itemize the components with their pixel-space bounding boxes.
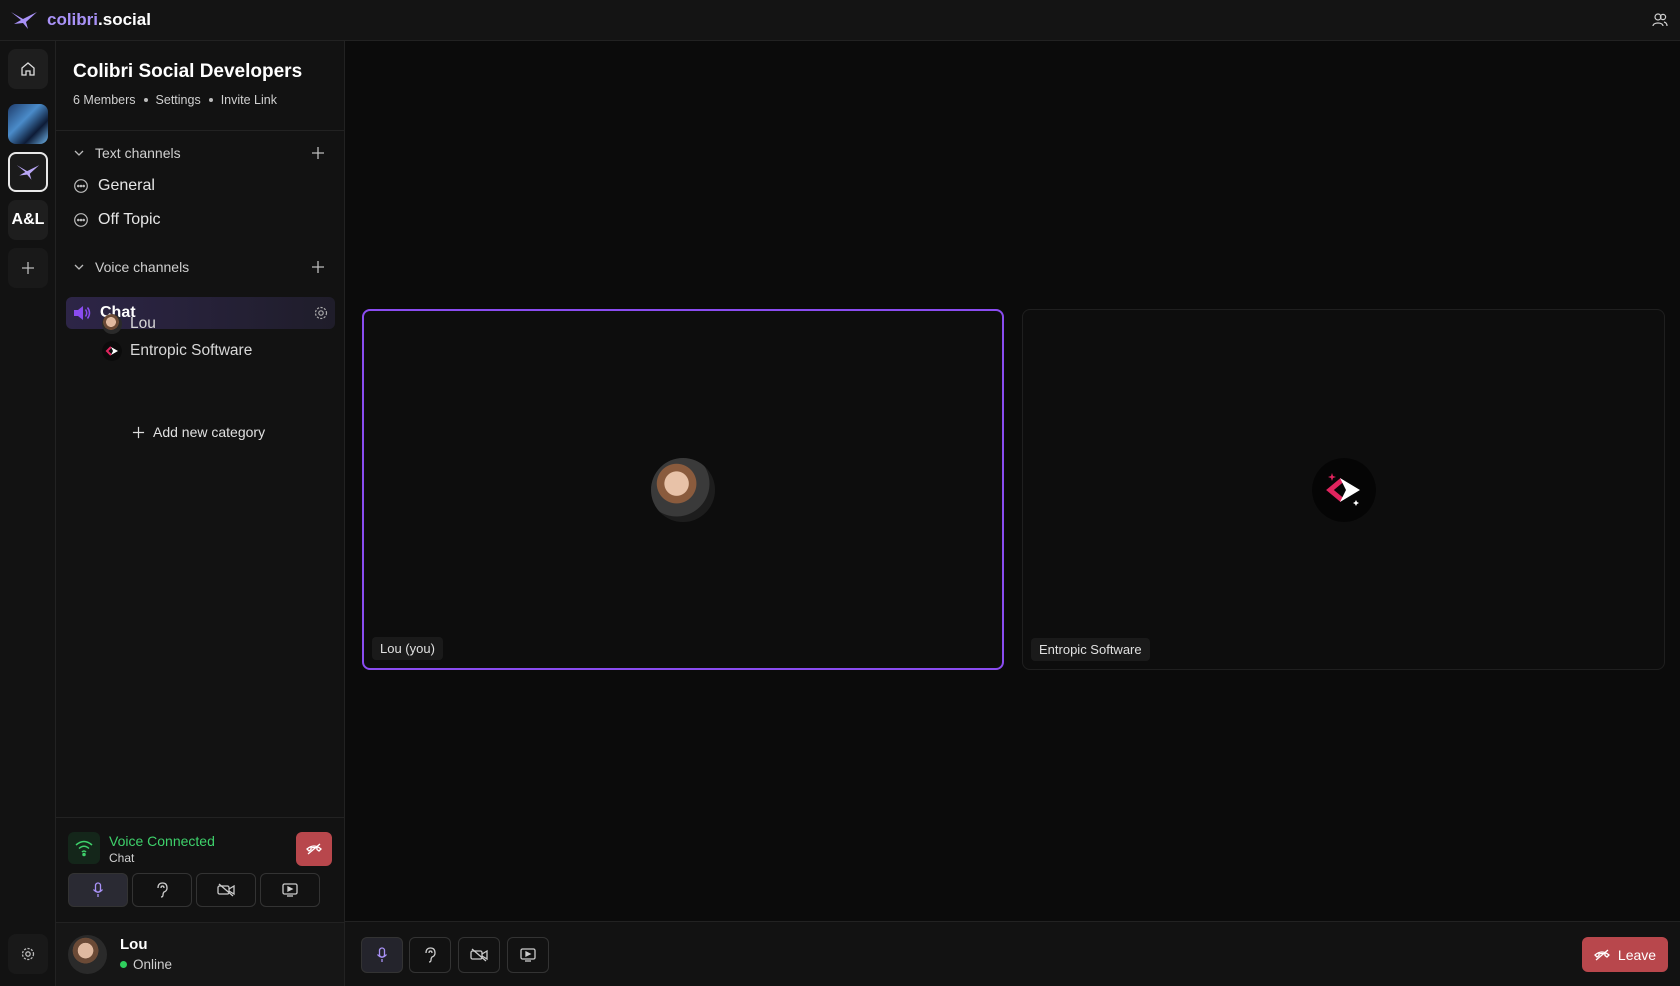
channel-off-topic[interactable]: Off Topic [73,211,161,229]
chevron-down-icon [74,150,84,156]
microphone-icon [376,947,388,962]
voice-member-lou[interactable]: Lou [102,314,156,334]
hang-up-icon [1593,949,1610,960]
signal-icon [68,832,100,864]
avatar [651,457,715,522]
status-label: Online [133,957,173,972]
screen-share-icon [282,883,298,897]
screen-share-button[interactable] [507,937,549,973]
voice-member-entropic[interactable]: Entropic Software [102,341,252,361]
hummingbird-logo-icon [11,12,37,29]
channel-general[interactable]: General [73,177,155,195]
voice-status-channel: Chat [109,851,135,865]
participant-tile-entropic[interactable]: Entropic Software [1022,309,1665,670]
hang-up-icon [306,843,322,855]
server-icon-1[interactable] [8,104,48,144]
server-settings-link[interactable]: Settings [156,93,201,107]
user-name: Lou [120,936,148,953]
microphone-icon [92,882,104,897]
deafen-button[interactable] [409,937,451,973]
screen-share-icon [520,948,536,962]
chat-bubble-icon [74,213,88,227]
server-header: Colibri Social Developers 6 Members Sett… [56,41,344,131]
ear-icon [425,947,436,963]
add-server-button[interactable] [8,248,48,288]
camera-off-icon [217,883,235,897]
category-text-channels[interactable]: Text channels [73,145,181,161]
ear-icon [157,882,168,898]
online-indicator [120,961,127,968]
category-label: Voice channels [95,259,190,275]
entropic-logo-icon [1311,457,1376,522]
separator-dot [208,98,213,102]
user-status: Online [120,957,172,972]
server-title: Colibri Social Developers [73,61,303,82]
gear-icon[interactable] [313,305,329,321]
top-bar: colibri.social [0,0,1680,41]
category-voice-channels[interactable]: Voice channels [73,259,189,275]
plus-icon [132,426,145,438]
server-meta: 6 Members Settings Invite Link [73,93,277,107]
participant-label: Lou (you) [372,637,443,660]
leave-label: Leave [1617,946,1657,963]
hummingbird-icon [16,165,40,180]
member-count[interactable]: 6 Members [73,93,136,107]
mic-button[interactable] [68,873,128,907]
deafen-button[interactable] [132,873,192,907]
disconnect-button[interactable] [296,832,332,866]
plus-icon [22,262,34,274]
participant-label: Entropic Software [1031,638,1150,661]
voice-stage: Lou (you) Entropic Software [345,41,1680,921]
home-button[interactable] [8,49,48,89]
camera-off-button[interactable] [458,937,500,973]
invite-link[interactable]: Invite Link [221,93,277,107]
add-new-category-button[interactable]: Add new category [132,424,265,440]
add-category-label: Add new category [153,424,266,440]
server-rail: A&L [0,41,56,986]
speaker-icon [74,306,91,320]
home-icon [21,62,35,76]
voice-status-title: Voice Connected [109,833,215,849]
add-voice-channel-icon[interactable] [310,259,326,275]
avatar [68,935,107,974]
brand-name: colibri.social [47,10,151,29]
channel-label: Off Topic [98,211,161,228]
channel-sidebar: Colibri Social Developers 6 Members Sett… [56,41,345,986]
separator-dot [143,98,148,102]
add-text-channel-icon[interactable] [310,145,326,161]
brand[interactable]: colibri.social [9,8,151,32]
camera-off-button[interactable] [196,873,256,907]
user-panel[interactable]: Lou Online [56,922,344,986]
users-icon[interactable] [1652,12,1668,28]
entropic-logo-icon [102,341,122,361]
server-icon-colibri[interactable] [8,152,48,192]
member-name: Entropic Software [130,342,253,359]
chevron-down-icon [74,264,84,270]
leave-call-button[interactable]: Leave [1582,937,1668,972]
mic-button[interactable] [361,937,403,973]
participant-tile-self[interactable]: Lou (you) [362,309,1004,670]
call-controls: Leave [345,921,1680,986]
screen-share-button[interactable] [260,873,320,907]
camera-off-icon [470,948,488,962]
global-settings-button[interactable] [8,934,48,974]
member-name: Lou [130,315,156,332]
channel-label: General [98,177,155,194]
category-label: Text channels [95,145,181,161]
chat-bubble-icon [74,179,88,193]
gear-icon [21,947,35,961]
avatar [102,314,122,334]
server-icon-al[interactable]: A&L [8,200,48,240]
